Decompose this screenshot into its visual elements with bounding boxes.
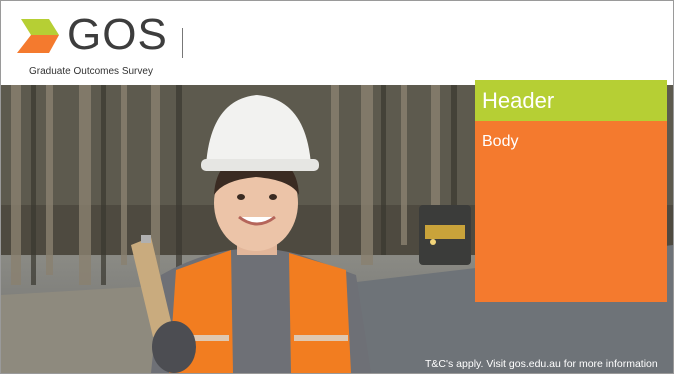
logo-header: GOS Graduate Outcomes Survey bbox=[1, 1, 673, 85]
header-divider bbox=[182, 28, 183, 58]
logo-text: GOS bbox=[67, 10, 168, 59]
disclaimer-text: T&C's apply. Visit gos.edu.au for more i… bbox=[425, 358, 658, 370]
banner: GOS Graduate Outcomes Survey Header Body… bbox=[0, 0, 674, 374]
logo-subtitle: Graduate Outcomes Survey bbox=[29, 66, 153, 77]
promo-card: Header Body bbox=[475, 80, 667, 302]
gos-logo[interactable]: GOS Graduate Outcomes Survey bbox=[17, 10, 167, 79]
card-header: Header bbox=[475, 80, 667, 121]
logo-chevron-icon bbox=[17, 19, 59, 53]
card-body: Body bbox=[475, 121, 667, 302]
